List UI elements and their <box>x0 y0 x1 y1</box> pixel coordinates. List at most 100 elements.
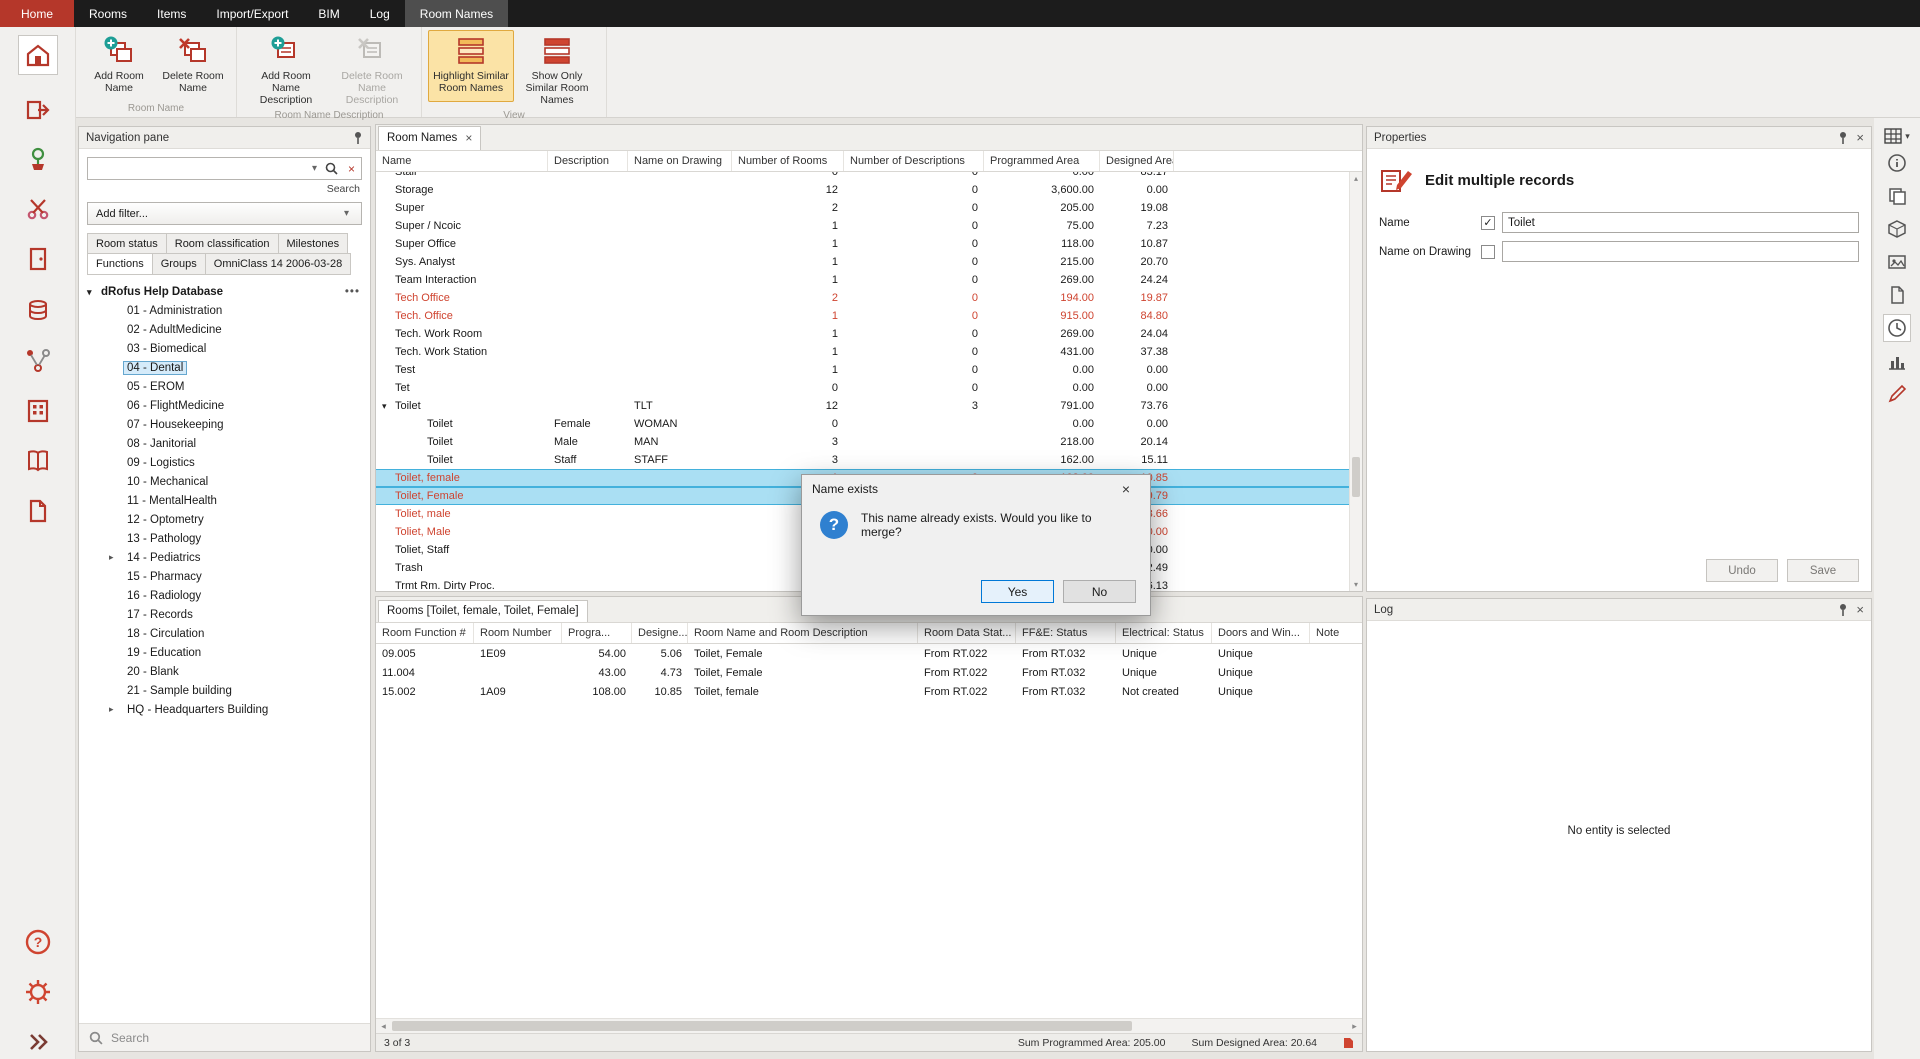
column-header[interactable]: Designed Area <box>1100 151 1174 171</box>
room-name-row[interactable]: Super Office 1 0 118.00 10.87 <box>376 235 1349 253</box>
pin-icon[interactable] <box>353 131 363 144</box>
room-name-row[interactable]: ▾Toilet TLT 12 3 791.00 73.76 <box>376 397 1349 415</box>
table-layout-icon[interactable] <box>1884 128 1902 144</box>
column-header[interactable]: Note <box>1310 623 1362 643</box>
tree-item[interactable]: 07 - Housekeeping <box>79 415 370 434</box>
statistics-icon[interactable] <box>1883 347 1911 375</box>
nav-tab[interactable]: Functions <box>87 253 153 275</box>
scroll-down-icon[interactable]: ▾ <box>1350 578 1362 591</box>
items-icon[interactable] <box>18 139 58 179</box>
search-icon[interactable] <box>321 162 342 175</box>
tree-item[interactable]: 10 - Mechanical <box>79 472 370 491</box>
model-icon[interactable] <box>1883 215 1911 243</box>
scroll-up-icon[interactable]: ▴ <box>1350 172 1362 185</box>
close-panel-icon[interactable]: × <box>1856 602 1864 617</box>
nav-tab[interactable]: Room classification <box>166 233 279 255</box>
tree-root[interactable]: ▾ dRofus Help Database ••• <box>79 284 370 301</box>
tree-item[interactable]: 20 - Blank <box>79 662 370 681</box>
column-header[interactable]: Room Data Stat... <box>918 623 1016 643</box>
no-button[interactable]: No <box>1063 580 1136 603</box>
tree-item[interactable]: 15 - Pharmacy <box>79 567 370 586</box>
room-name-row[interactable]: Super / Ncoic 1 0 75.00 7.23 <box>376 217 1349 235</box>
horizontal-scrollbar[interactable]: ◂ ▸ <box>376 1018 1362 1033</box>
room-name-row[interactable]: Storage 12 0 3,600.00 0.00 <box>376 181 1349 199</box>
tree-item[interactable]: 05 - EROM <box>79 377 370 396</box>
expand-sidebar-icon[interactable] <box>18 1022 58 1059</box>
tree-menu-icon[interactable]: ••• <box>345 286 360 298</box>
equipment-icon[interactable] <box>18 189 58 229</box>
image-icon[interactable] <box>1883 248 1911 276</box>
column-header[interactable]: Name on Drawing <box>628 151 732 171</box>
room-name-row[interactable]: Stall 0 0 0.00 83.17 <box>376 172 1349 181</box>
report-icon[interactable] <box>1343 1037 1354 1049</box>
room-name-row[interactable]: Toilet Female WOMAN 0 0.00 0.00 <box>376 415 1349 433</box>
tree-item[interactable]: ▸ 14 - Pediatrics <box>79 548 370 567</box>
layout-caret-icon[interactable]: ▾ <box>1905 131 1910 142</box>
column-header[interactable]: Room Number <box>474 623 562 643</box>
pin-icon[interactable] <box>1838 131 1848 144</box>
room-names-tab[interactable]: Room Names × <box>378 126 481 150</box>
name-input[interactable]: Toilet <box>1502 212 1859 233</box>
name-checkbox[interactable]: ✓ <box>1481 216 1495 230</box>
tree-item[interactable]: 16 - Radiology <box>79 586 370 605</box>
tree-item[interactable]: 12 - Optometry <box>79 510 370 529</box>
tree-item[interactable]: 09 - Logistics <box>79 453 370 472</box>
room-name-row[interactable]: Sys. Analyst 1 0 215.00 20.70 <box>376 253 1349 271</box>
top-menu-item[interactable]: Room Names <box>405 0 508 27</box>
vertical-scrollbar[interactable]: ▴ ▾ <box>1349 172 1362 591</box>
close-tab-icon[interactable]: × <box>465 131 472 145</box>
tree-item[interactable]: 04 - Dental <box>79 358 370 377</box>
scroll-right-icon[interactable]: ▸ <box>1347 1019 1362 1033</box>
copies-icon[interactable] <box>1883 182 1911 210</box>
close-panel-icon[interactable]: × <box>1856 130 1864 145</box>
room-name-row[interactable]: Tech. Work Room 1 0 269.00 24.04 <box>376 325 1349 343</box>
nav-search-input[interactable] <box>88 158 308 179</box>
nav-tab[interactable]: Groups <box>152 253 206 275</box>
room-name-row[interactable]: Toilet Staff STAFF 3 162.00 15.11 <box>376 451 1349 469</box>
tree-item[interactable]: 19 - Education <box>79 643 370 662</box>
undo-button[interactable]: Undo <box>1706 559 1778 582</box>
delete-room-name-description-button[interactable]: Delete Room Name Description <box>329 30 415 109</box>
show-only-similar-room-names-button[interactable]: Show Only Similar Room Names <box>514 30 600 109</box>
column-header[interactable]: Description <box>548 151 628 171</box>
highlight-similar-room-names-button[interactable]: Highlight Similar Room Names <box>428 30 514 102</box>
nav-tab[interactable]: Room status <box>87 233 167 255</box>
scrollbar-thumb[interactable] <box>392 1021 1132 1031</box>
column-header[interactable]: Progra... <box>562 623 632 643</box>
tree-item[interactable]: ▸ HQ - Headquarters Building <box>79 700 370 719</box>
column-header[interactable]: Electrical: Status <box>1116 623 1212 643</box>
yes-button[interactable]: Yes <box>981 580 1054 603</box>
tree-item[interactable]: 02 - AdultMedicine <box>79 320 370 339</box>
rooms-icon[interactable] <box>18 35 58 75</box>
save-button[interactable]: Save <box>1787 559 1859 582</box>
dialog-close-icon[interactable]: × <box>1112 481 1140 497</box>
help-icon[interactable]: ? <box>18 922 58 962</box>
search-dropdown-icon[interactable]: ▾ <box>308 163 321 174</box>
room-name-row[interactable]: Toilet Male MAN 3 218.00 20.14 <box>376 433 1349 451</box>
column-header[interactable]: Name <box>376 151 548 171</box>
room-row[interactable]: 11.004 43.00 4.73 Toilet, Female From RT… <box>376 663 1362 682</box>
documents-icon[interactable] <box>18 491 58 531</box>
tree-item-expander-icon[interactable]: ▸ <box>109 704 123 715</box>
column-header[interactable]: Room Name and Room Description <box>688 623 918 643</box>
room-row[interactable]: 15.002 1A09 108.00 10.85 Toilet, female … <box>376 682 1362 701</box>
room-name-row[interactable]: Tech. Office 1 0 915.00 84.80 <box>376 307 1349 325</box>
tree-item[interactable]: 06 - FlightMedicine <box>79 396 370 415</box>
tree-item[interactable]: 21 - Sample building <box>79 681 370 700</box>
attachments-icon[interactable] <box>1883 281 1911 309</box>
column-header[interactable]: Doors and Win... <box>1212 623 1310 643</box>
scrollbar-thumb[interactable] <box>1352 457 1360 497</box>
column-header[interactable]: FF&E: Status <box>1016 623 1116 643</box>
pin-icon[interactable] <box>1838 603 1848 616</box>
dialog-titlebar[interactable]: Name exists × <box>802 475 1150 503</box>
room-name-row[interactable]: Test 1 0 0.00 0.00 <box>376 361 1349 379</box>
name-on-drawing-input[interactable] <box>1502 241 1859 262</box>
tree-item[interactable]: 01 - Administration <box>79 301 370 320</box>
door-icon[interactable] <box>18 239 58 279</box>
room-name-row[interactable]: Team Interaction 1 0 269.00 24.24 <box>376 271 1349 289</box>
add-room-name-button[interactable]: Add Room Name <box>82 30 156 102</box>
room-name-row[interactable]: Tet 0 0 0.00 0.00 <box>376 379 1349 397</box>
column-header[interactable]: Number of Descriptions <box>844 151 984 171</box>
column-header[interactable]: Programmed Area <box>984 151 1100 171</box>
clear-search-icon[interactable]: × <box>342 162 361 176</box>
